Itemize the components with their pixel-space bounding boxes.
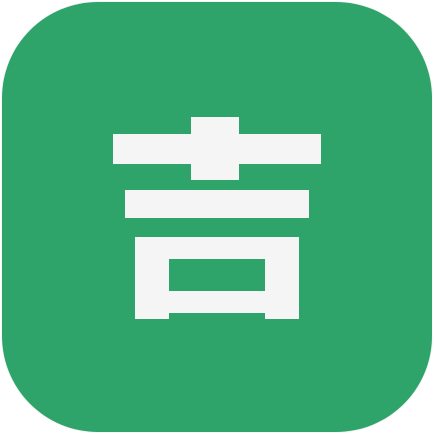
app-icon[interactable]: 吉 [2, 2, 432, 432]
ji-character-app-icon [2, 2, 432, 432]
